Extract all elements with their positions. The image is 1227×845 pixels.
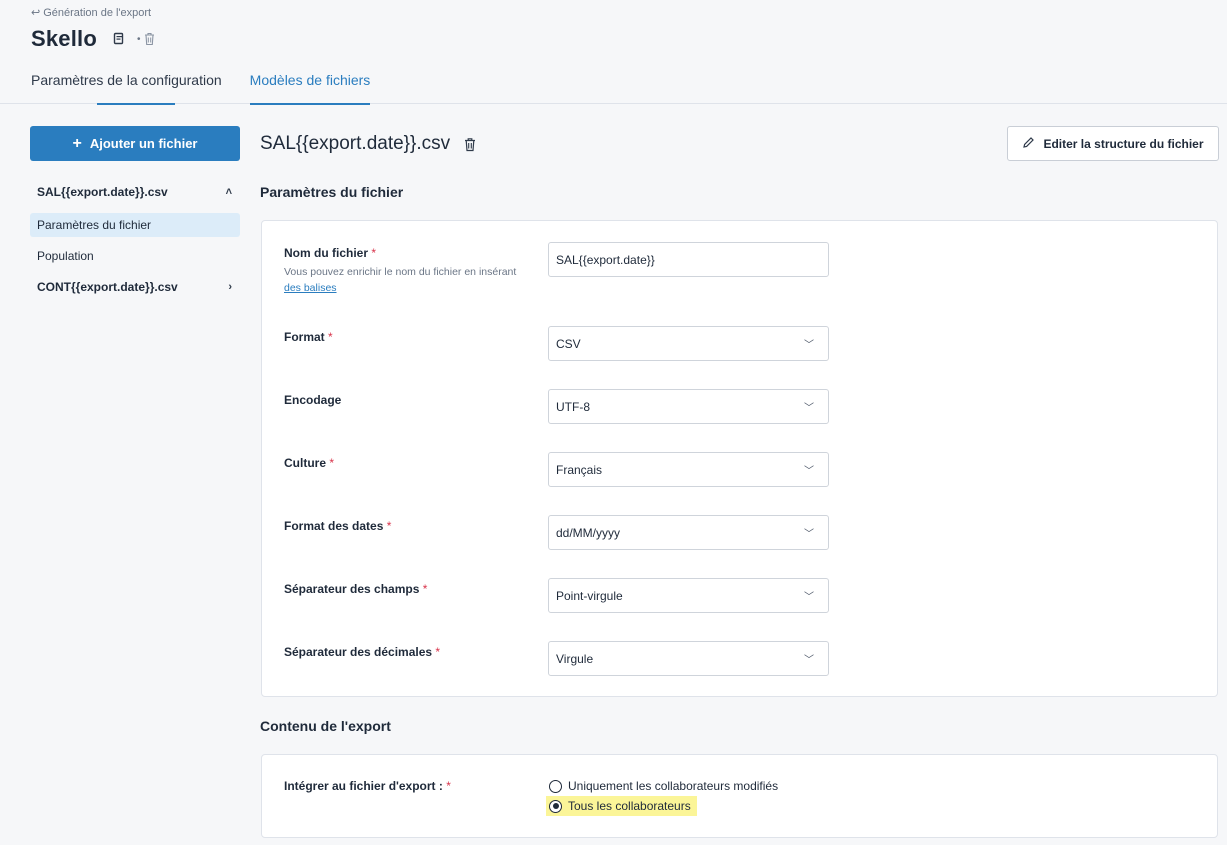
add-file-button-label: Ajouter un fichier	[89, 136, 198, 151]
back-arrow-icon: ↩	[31, 7, 41, 19]
sidebar-item-population[interactable]: Population	[30, 244, 240, 268]
file-title-row: SAL{{export.date}}.csv	[260, 133, 476, 155]
tab-file-templates-label: Modèles de fichiers	[249, 72, 371, 88]
chevron-down-icon: ﹀	[804, 592, 814, 603]
chevron-down-icon: ﹀	[804, 529, 814, 540]
chevron-down-icon: ﹀	[804, 340, 814, 351]
pencil-icon	[1022, 136, 1035, 152]
required-marker: *	[371, 246, 377, 260]
chevron-right-icon: ›	[228, 281, 232, 293]
filename-input-value: SAL{{export.date}}	[556, 252, 655, 267]
encoding-select[interactable]: UTF-8 ﹀	[548, 389, 829, 424]
config-tabs: Paramètres de la configuration Modèles d…	[31, 62, 371, 105]
format-select-value: CSV	[556, 336, 581, 351]
sidebar-item-file-settings[interactable]: Paramètres du fichier	[30, 213, 240, 237]
format-label: Format *	[284, 330, 333, 344]
required-marker: *	[435, 645, 441, 659]
radio-all-collaborators[interactable]: Tous les collaborateurs	[546, 796, 697, 816]
tab-file-templates[interactable]: Modèles de fichiers	[249, 62, 371, 105]
culture-label-text: Culture	[284, 456, 326, 470]
back-link[interactable]: ↩ Génération de l'export	[31, 6, 152, 20]
encoding-label: Encodage	[284, 393, 341, 407]
sidebar-item-label: CONT{{export.date}}.csv	[37, 280, 178, 294]
radio-option-label: Tous les collaborateurs	[568, 799, 691, 813]
required-marker: *	[329, 456, 335, 470]
edit-file-structure-label: Editer la structure du fichier	[1043, 136, 1204, 151]
chevron-down-icon: ﹀	[804, 403, 814, 414]
tab-configuration-settings-label: Paramètres de la configuration	[31, 72, 222, 88]
chevron-down-icon: ﹀	[804, 655, 814, 666]
help-text: Vous pouvez enrichir le nom du fichier e…	[284, 266, 517, 278]
field-separator-label: Séparateur des champs *	[284, 582, 427, 596]
field-separator-select[interactable]: Point-virgule ﹀	[548, 578, 829, 613]
sidebar-item-label: Population	[37, 249, 94, 263]
plus-icon: +	[72, 134, 82, 152]
file-settings-heading: Paramètres du fichier	[260, 184, 404, 200]
radio-checked-icon	[549, 799, 562, 813]
required-marker: *	[446, 779, 451, 793]
date-format-label-text: Format des dates	[284, 519, 384, 533]
edit-file-structure-button[interactable]: Editer la structure du fichier	[1007, 126, 1219, 161]
title-row: Skello •	[31, 26, 155, 52]
tab-underline-decor	[97, 103, 175, 105]
required-marker: *	[422, 582, 428, 596]
delete-config-trash-icon[interactable]	[144, 32, 155, 46]
copy-icon[interactable]	[113, 32, 125, 46]
required-marker: *	[386, 519, 392, 533]
export-content-heading: Contenu de l'export	[260, 718, 391, 734]
tab-configuration-settings[interactable]: Paramètres de la configuration	[31, 62, 222, 105]
date-format-select[interactable]: dd/MM/yyyy ﹀	[548, 515, 829, 550]
radio-unchecked-icon	[549, 779, 562, 793]
field-separator-select-value: Point-virgule	[556, 588, 623, 603]
back-link-label: Génération de l'export	[43, 6, 152, 19]
encoding-select-value: UTF-8	[556, 399, 590, 414]
sidebar-item-cont-file[interactable]: CONT{{export.date}}.csv ›	[30, 275, 240, 299]
field-separator-label-text: Séparateur des champs	[284, 582, 420, 596]
sidebar-item-label: Paramètres du fichier	[37, 218, 152, 232]
culture-select-value: Français	[556, 462, 603, 477]
required-marker: *	[328, 330, 333, 344]
culture-label: Culture *	[284, 456, 334, 470]
export-content-label: Intégrer au fichier d'export : *	[284, 779, 451, 793]
file-title: SAL{{export.date}}.csv	[260, 133, 451, 154]
filename-label: Nom du fichier *	[284, 246, 376, 260]
culture-select[interactable]: Français ﹀	[548, 452, 829, 487]
sidebar-item-sal-file[interactable]: SAL{{export.date}}.csv ˄	[30, 180, 240, 204]
page-title: Skello	[31, 26, 98, 51]
chevron-up-icon: ˄	[225, 186, 232, 198]
decimal-separator-select[interactable]: Virgule ﹀	[548, 641, 829, 676]
export-content-card	[261, 754, 1218, 838]
delete-file-trash-icon[interactable]	[464, 137, 476, 152]
active-tab-indicator	[249, 103, 371, 105]
export-content-label-text: Intégrer au fichier d'export :	[284, 779, 443, 793]
separator-dot: •	[137, 33, 141, 45]
page-header: ↩ Génération de l'export Skello • Paramè…	[0, 0, 1227, 105]
radio-modified-collaborators[interactable]: Uniquement les collaborateurs modifiés	[546, 776, 784, 796]
tags-help-link[interactable]: des balises	[284, 282, 337, 294]
chevron-down-icon: ﹀	[804, 466, 814, 477]
format-select[interactable]: CSV ﹀	[548, 326, 829, 361]
radio-option-label: Uniquement les collaborateurs modifiés	[568, 779, 779, 793]
filename-help-text: Vous pouvez enrichir le nom du fichier e…	[284, 264, 524, 296]
add-file-button[interactable]: + Ajouter un fichier	[30, 126, 240, 161]
filename-label-text: Nom du fichier	[284, 246, 369, 260]
decimal-separator-select-value: Virgule	[556, 651, 594, 666]
format-label-text: Format	[284, 330, 325, 344]
date-format-label: Format des dates *	[284, 519, 391, 533]
encoding-label-text: Encodage	[284, 393, 342, 407]
sidebar-item-label: SAL{{export.date}}.csv	[37, 185, 168, 199]
decimal-separator-label: Séparateur des décimales *	[284, 645, 440, 659]
decimal-separator-label-text: Séparateur des décimales	[284, 645, 433, 659]
date-format-select-value: dd/MM/yyyy	[556, 525, 621, 540]
filename-input[interactable]: SAL{{export.date}}	[548, 242, 829, 277]
